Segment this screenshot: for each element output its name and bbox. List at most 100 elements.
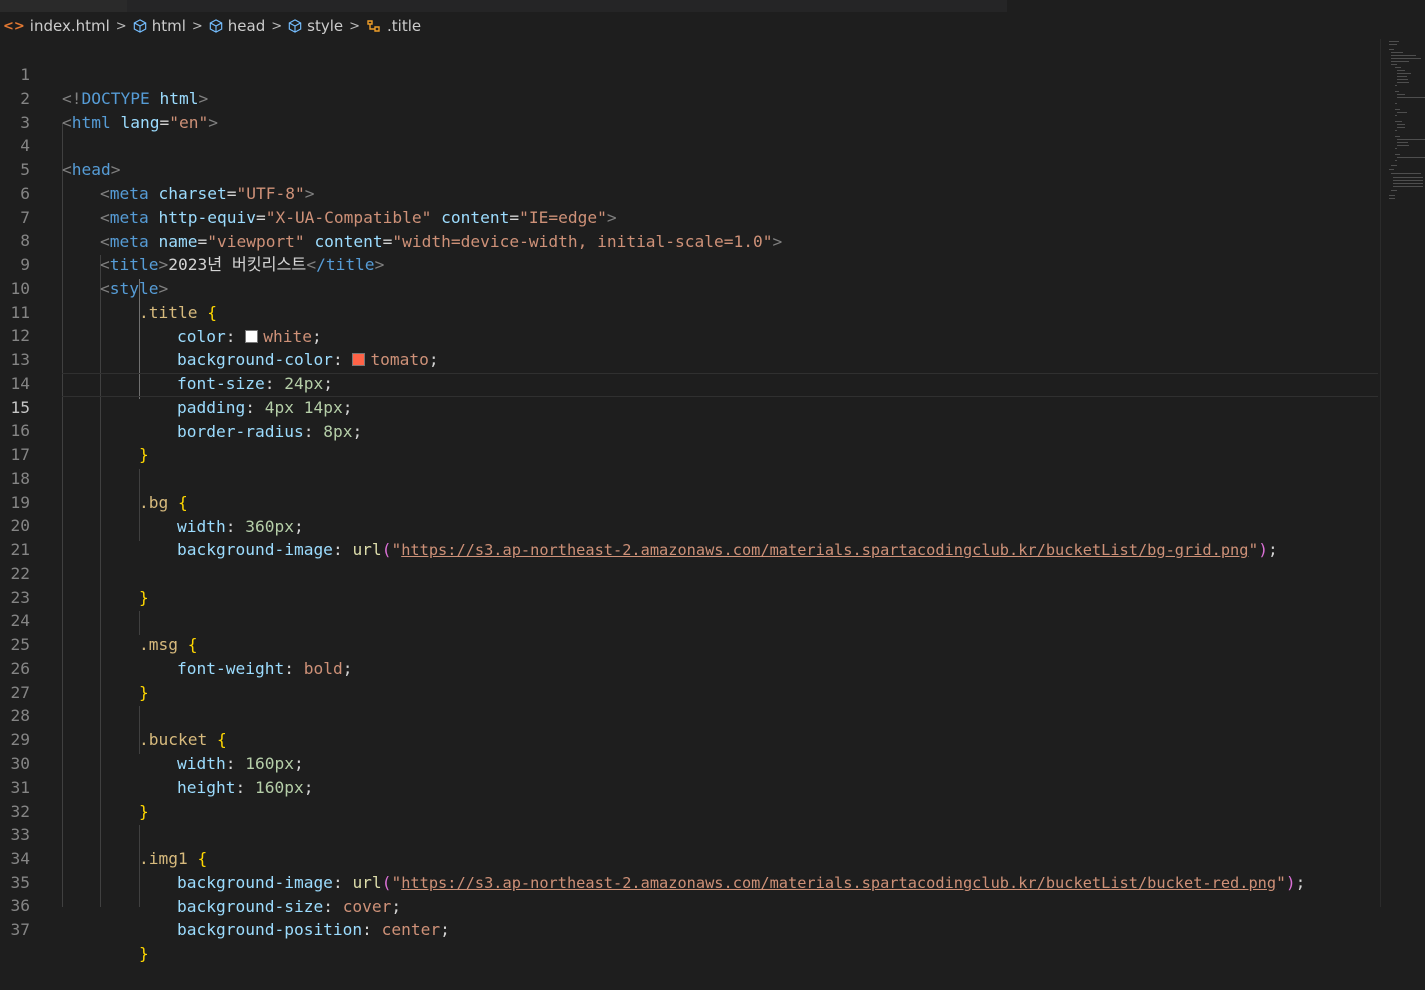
- minimap-line: [1391, 58, 1421, 59]
- code-line[interactable]: 10 .title {: [0, 253, 1380, 322]
- minimap-line: [1391, 52, 1403, 53]
- breadcrumb: <> index.html > html > head > style > .t…: [0, 13, 1425, 39]
- code-line[interactable]: 1 <!DOCTYPE html>: [0, 39, 1380, 108]
- code-line[interactable]: 12 background-color: tomato;: [0, 300, 1380, 369]
- minimap-line: [1395, 130, 1397, 131]
- minimap-line: [1397, 97, 1425, 98]
- minimap-line: [1397, 127, 1405, 128]
- code-line[interactable]: 4 <head>: [0, 110, 1380, 179]
- code-line[interactable]: 19 width: 360px;: [0, 467, 1380, 536]
- minimap-line: [1391, 173, 1421, 174]
- code-line[interactable]: 33 .img1 {: [0, 799, 1380, 868]
- minimap-line: [1397, 79, 1408, 80]
- code-line[interactable]: 26 }: [0, 633, 1380, 702]
- minimap-line: [1391, 55, 1416, 56]
- code-line[interactable]: 36 background-position: center;: [0, 870, 1380, 939]
- chevron-right-icon: >: [115, 18, 127, 34]
- code-line[interactable]: 3: [0, 87, 1380, 132]
- minimap-line: [1391, 190, 1397, 191]
- minimap-line: [1395, 103, 1397, 104]
- breadcrumb-item-style[interactable]: style: [288, 17, 343, 35]
- breadcrumb-file-label: index.html: [29, 17, 110, 35]
- minimap-line: [1397, 124, 1405, 125]
- code-line[interactable]: 34 background-image: url("https://s3.ap-…: [0, 823, 1380, 892]
- minimap-line: [1389, 198, 1395, 199]
- code-line[interactable]: 27: [0, 657, 1380, 702]
- minimap-line: [1397, 142, 1408, 143]
- minimap-line: [1397, 70, 1405, 71]
- element-cube-icon: [209, 19, 223, 33]
- code-line[interactable]: 9 <style>: [0, 229, 1380, 298]
- minimap-line: [1397, 112, 1407, 113]
- code-line[interactable]: 8 <title>2023년 버킷리스트</title>: [0, 205, 1380, 274]
- minimap-line: [1397, 82, 1409, 83]
- minimap-line: [1389, 49, 1394, 50]
- minimap[interactable]: [1380, 39, 1425, 907]
- minimap-line: [1389, 195, 1395, 196]
- code-text: background-position: center;: [177, 920, 450, 939]
- minimap-line: [1395, 115, 1397, 116]
- code-line[interactable]: 24 .msg {: [0, 585, 1380, 654]
- code-line[interactable]: 21: [0, 514, 1380, 559]
- code-line[interactable]: 32: [0, 776, 1380, 821]
- minimap-line: [1391, 61, 1409, 62]
- code-line[interactable]: 25 font-weight: bold;: [0, 609, 1380, 678]
- breadcrumb-item-head[interactable]: head: [209, 17, 265, 35]
- minimap-line: [1389, 169, 1394, 170]
- minimap-line: [1395, 109, 1400, 110]
- minimap-line: [1389, 44, 1397, 45]
- code-line[interactable]: 18 .bg {: [0, 443, 1380, 512]
- breadcrumb-item-title-rule[interactable]: .title: [366, 17, 421, 35]
- line-number: 37: [10, 920, 31, 939]
- code-line[interactable]: 14 padding: 4px 14px;: [0, 348, 1380, 417]
- breadcrumb-item-file[interactable]: <> index.html: [0, 17, 110, 35]
- element-cube-icon: [133, 19, 146, 33]
- code-line[interactable]: 29 width: 160px;: [0, 704, 1380, 773]
- code-line[interactable]: 20 background-image: url("https://s3.ap-…: [0, 490, 1380, 559]
- minimap-line: [1393, 183, 1423, 184]
- minimap-line: [1397, 73, 1411, 74]
- code-line[interactable]: 13 font-size: 24px;: [0, 324, 1380, 393]
- minimap-line: [1393, 186, 1423, 187]
- code-line[interactable]: 7 <meta name="viewport" content="width=d…: [0, 182, 1380, 251]
- minimap-line: [1393, 180, 1423, 181]
- code-line[interactable]: 6 <meta http-equiv="X-UA-Compatible" con…: [0, 158, 1380, 227]
- code-line[interactable]: 22 }: [0, 538, 1380, 607]
- code-line-current[interactable]: 15 border-radius: 8px;: [0, 372, 1380, 441]
- minimap-line: [1391, 64, 1397, 65]
- code-line[interactable]: 16 }: [0, 395, 1380, 464]
- code-token: center: [381, 920, 441, 939]
- code-text: }: [139, 944, 149, 963]
- css-rule-icon: [367, 20, 380, 32]
- code-line[interactable]: 31 }: [0, 752, 1380, 821]
- tab-bar-background: [127, 0, 1007, 12]
- code-line[interactable]: 35 background-size: cover;: [0, 847, 1380, 916]
- code-line[interactable]: 30 height: 160px;: [0, 728, 1380, 797]
- tab-bar: [0, 0, 1425, 12]
- minimap-line: [1395, 67, 1401, 68]
- code-line[interactable]: 5 <meta charset="UTF-8">: [0, 134, 1380, 203]
- breadcrumb-item-html[interactable]: html: [133, 17, 186, 35]
- minimap-line: [1393, 177, 1423, 178]
- minimap-line: [1389, 41, 1399, 42]
- tab-index-html[interactable]: [0, 0, 127, 12]
- breadcrumb-style-label: style: [307, 17, 344, 35]
- minimap-line: [1395, 85, 1397, 86]
- minimap-line: [1391, 165, 1397, 166]
- code-line[interactable]: 17: [0, 419, 1380, 464]
- code-editor[interactable]: 1 <!DOCTYPE html> 2 <html lang="en"> 3 4…: [0, 39, 1380, 963]
- minimap-line: [1397, 76, 1407, 77]
- minimap-line: [1395, 91, 1399, 92]
- code-line[interactable]: 2 <html lang="en">: [0, 63, 1380, 132]
- minimap-line: [1395, 136, 1400, 137]
- code-line[interactable]: 37 }: [0, 894, 1380, 963]
- breadcrumb-title-rule-label: .title: [387, 17, 422, 35]
- code-line[interactable]: 28 .bucket {: [0, 680, 1380, 749]
- chevron-right-icon: >: [271, 18, 283, 34]
- html-file-icon: <>: [3, 18, 25, 34]
- code-line[interactable]: 11 color: white;: [0, 277, 1380, 346]
- minimap-line: [1397, 94, 1405, 95]
- breadcrumb-html-label: html: [151, 17, 186, 35]
- code-token: background-position: [177, 920, 363, 939]
- code-line[interactable]: 23: [0, 562, 1380, 607]
